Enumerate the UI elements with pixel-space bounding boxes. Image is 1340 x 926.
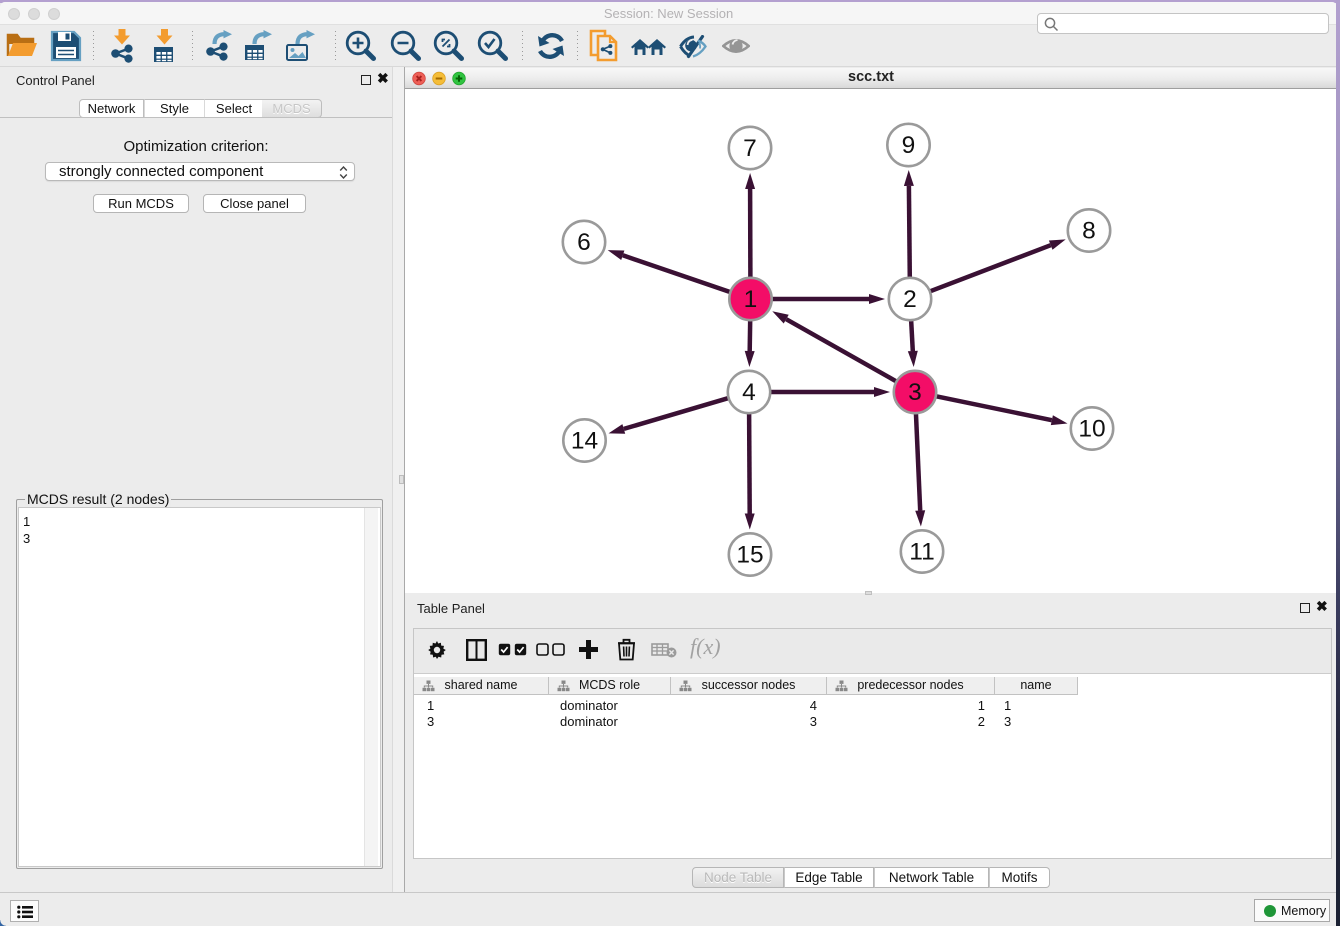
svg-text:6: 6 bbox=[577, 229, 591, 256]
svg-text:11: 11 bbox=[909, 539, 934, 566]
svg-text:10: 10 bbox=[1078, 416, 1105, 443]
svg-text:3: 3 bbox=[908, 379, 922, 406]
svg-text:15: 15 bbox=[736, 542, 763, 569]
svg-text:14: 14 bbox=[571, 428, 598, 455]
svg-text:7: 7 bbox=[743, 135, 757, 162]
svg-text:8: 8 bbox=[1082, 218, 1096, 245]
svg-text:1: 1 bbox=[744, 286, 758, 313]
svg-text:9: 9 bbox=[902, 132, 916, 159]
svg-text:4: 4 bbox=[742, 379, 756, 406]
svg-text:2: 2 bbox=[903, 286, 917, 313]
